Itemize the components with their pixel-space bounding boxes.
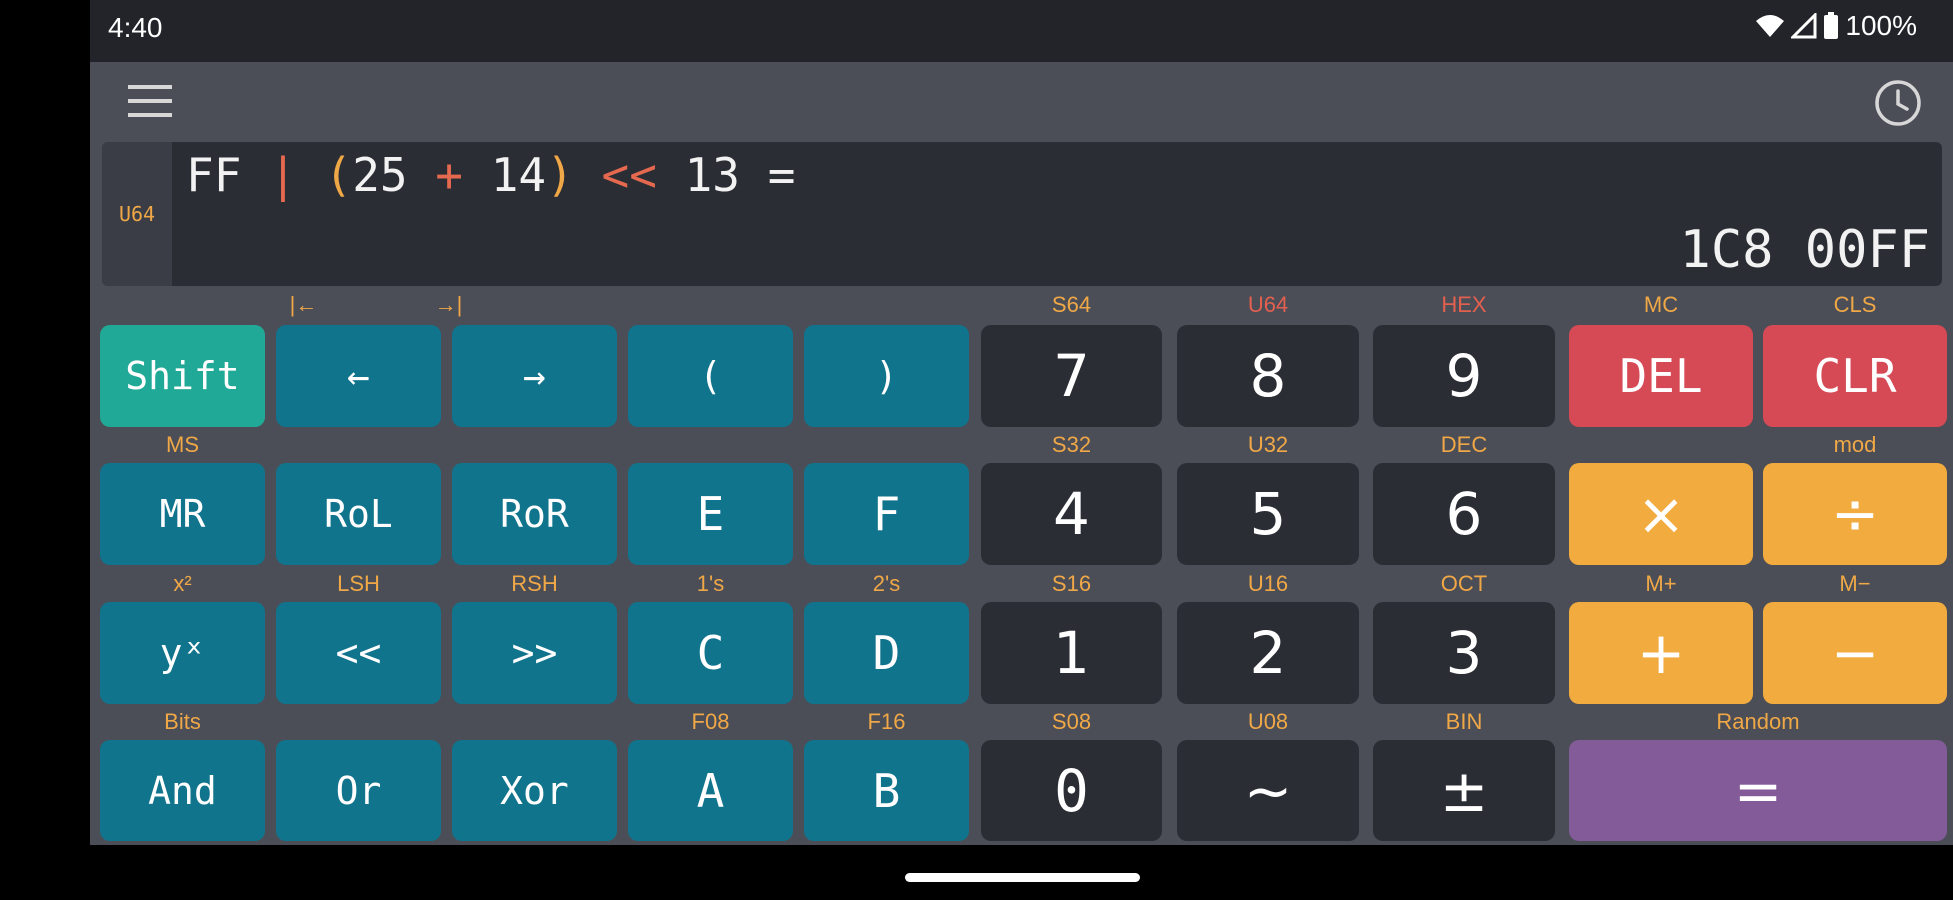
- expr-token: FF: [186, 148, 242, 202]
- negate-key[interactable]: ±: [1373, 740, 1555, 841]
- label-u32: U32: [1247, 432, 1289, 457]
- memory-recall-key[interactable]: MR: [100, 463, 265, 565]
- label-s08: S08: [1051, 709, 1092, 734]
- nine-key[interactable]: 9: [1373, 325, 1555, 427]
- result-value: 1C8 00FF: [1679, 220, 1930, 280]
- expr-op: +: [435, 148, 463, 202]
- status-time: 4:40: [108, 12, 163, 43]
- expr-paren: ): [546, 148, 574, 202]
- expression[interactable]: FF | (25 + 14) << 13 =: [186, 148, 795, 202]
- close-paren-key[interactable]: ): [804, 325, 969, 427]
- label-s64: S64: [1051, 292, 1092, 317]
- left-shift-key[interactable]: <<: [276, 602, 441, 704]
- label-u08: U08: [1247, 709, 1289, 734]
- navigation-bar: [0, 845, 1953, 900]
- not-key[interactable]: ~: [1177, 740, 1359, 841]
- expr-token: =: [767, 148, 796, 202]
- zero-key[interactable]: 0: [981, 740, 1162, 841]
- home-gesture-handle[interactable]: [905, 873, 1140, 882]
- expr-token: 13: [684, 148, 740, 202]
- two-key[interactable]: 2: [1177, 602, 1359, 704]
- hex-b-key[interactable]: B: [804, 740, 969, 841]
- delete-key[interactable]: DEL: [1569, 325, 1753, 427]
- label-f08: F08: [691, 709, 730, 734]
- hamburger-menu-icon[interactable]: [128, 82, 172, 120]
- label-memory-plus: M+: [1645, 571, 1677, 596]
- eight-key[interactable]: 8: [1177, 325, 1359, 427]
- label-x2: x²: [173, 571, 192, 596]
- label-f16: F16: [867, 709, 906, 734]
- four-key[interactable]: 4: [981, 463, 1162, 565]
- label-cls: CLS: [1833, 292, 1877, 317]
- label-oct: OCT: [1440, 571, 1488, 596]
- label-u16: U16: [1247, 571, 1289, 596]
- hex-d-key[interactable]: D: [804, 602, 969, 704]
- display-panel: U64 FF | (25 + 14) << 13 = 1C8 00FF: [102, 142, 1942, 286]
- label-bin: BIN: [1445, 709, 1483, 734]
- plus-key[interactable]: +: [1569, 602, 1753, 704]
- xor-key[interactable]: Xor: [452, 740, 617, 841]
- divide-key[interactable]: ÷: [1763, 463, 1947, 565]
- battery-icon: [1824, 12, 1839, 39]
- hex-f-key[interactable]: F: [804, 463, 969, 565]
- six-key[interactable]: 6: [1373, 463, 1555, 565]
- power-key[interactable]: yˣ: [100, 602, 265, 704]
- label-dec: DEC: [1440, 432, 1488, 457]
- minus-key[interactable]: −: [1763, 602, 1947, 704]
- label-random: Random: [1716, 709, 1800, 734]
- one-key[interactable]: 1: [981, 602, 1162, 704]
- three-key[interactable]: 3: [1373, 602, 1555, 704]
- toolbar: [90, 62, 1953, 140]
- battery-percent: 100%: [1845, 10, 1917, 41]
- label-rsh: RSH: [511, 571, 558, 596]
- label-home: |←: [289, 292, 318, 317]
- calculator-screen: 4:40 100% U64 FF | (25 + 14) << 13 = 1C8…: [90, 0, 1953, 845]
- label-ms: MS: [166, 432, 199, 457]
- hex-e-key[interactable]: E: [628, 463, 793, 565]
- shift-key[interactable]: Shift: [100, 325, 265, 427]
- and-key[interactable]: And: [100, 740, 265, 841]
- wifi-icon: [1756, 15, 1785, 37]
- label-memory-minus: M−: [1839, 571, 1871, 596]
- five-key[interactable]: 5: [1177, 463, 1359, 565]
- open-paren-key[interactable]: (: [628, 325, 793, 427]
- signal-icon: [1791, 13, 1817, 39]
- label-bits: Bits: [164, 709, 201, 734]
- mode-column[interactable]: U64: [102, 142, 172, 286]
- label-lsh: LSH: [337, 571, 380, 596]
- status-icons: 100%: [1755, 10, 1917, 42]
- multiply-key[interactable]: ×: [1569, 463, 1753, 565]
- hex-a-key[interactable]: A: [628, 740, 793, 841]
- or-key[interactable]: Or: [276, 740, 441, 841]
- label-s32: S32: [1051, 432, 1092, 457]
- label-end: →|: [434, 292, 463, 317]
- clock-icon[interactable]: [1873, 78, 1923, 128]
- hex-c-key[interactable]: C: [628, 602, 793, 704]
- label-ones-complement: 1's: [696, 571, 725, 596]
- rotate-left-key[interactable]: RoL: [276, 463, 441, 565]
- label-u64: U64: [1247, 292, 1289, 317]
- expr-token: 25: [352, 148, 408, 202]
- label-mc: MC: [1643, 292, 1679, 317]
- rotate-right-key[interactable]: RoR: [452, 463, 617, 565]
- right-shift-key[interactable]: >>: [452, 602, 617, 704]
- label-hex: HEX: [1441, 292, 1487, 317]
- expr-token: 14: [490, 148, 547, 202]
- expr-op: |: [269, 148, 297, 202]
- expr-paren: (: [324, 148, 353, 202]
- seven-key[interactable]: 7: [981, 325, 1162, 427]
- clear-key[interactable]: CLR: [1763, 325, 1947, 427]
- status-bar: 4:40 100%: [90, 0, 1953, 62]
- expr-op: <<: [601, 148, 657, 202]
- cursor-left-key[interactable]: ←: [276, 325, 441, 427]
- label-s16: S16: [1051, 571, 1092, 596]
- mode-label: U64: [118, 202, 156, 226]
- cursor-right-key[interactable]: →: [452, 325, 617, 427]
- label-twos-complement: 2's: [872, 571, 901, 596]
- label-mod: mod: [1833, 432, 1877, 457]
- equals-key[interactable]: =: [1569, 740, 1947, 841]
